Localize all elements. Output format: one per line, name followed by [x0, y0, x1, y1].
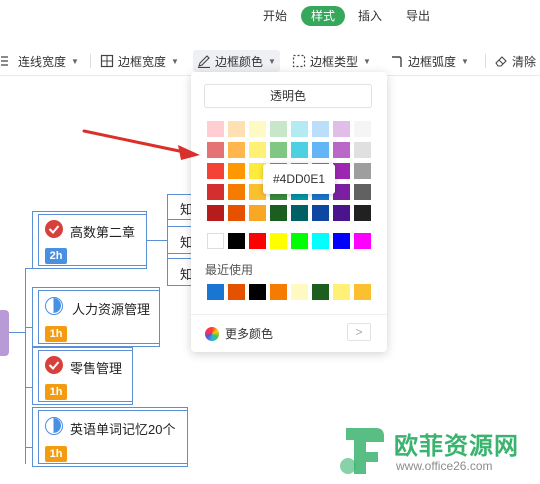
- watermark-name: 欧菲资源网: [394, 433, 519, 460]
- annotation-arrow: [82, 129, 200, 160]
- watermark: 欧菲资源网 www.office26.com: [338, 422, 534, 482]
- watermark-logo-icon: [340, 428, 384, 474]
- watermark-url: www.office26.com: [396, 459, 493, 473]
